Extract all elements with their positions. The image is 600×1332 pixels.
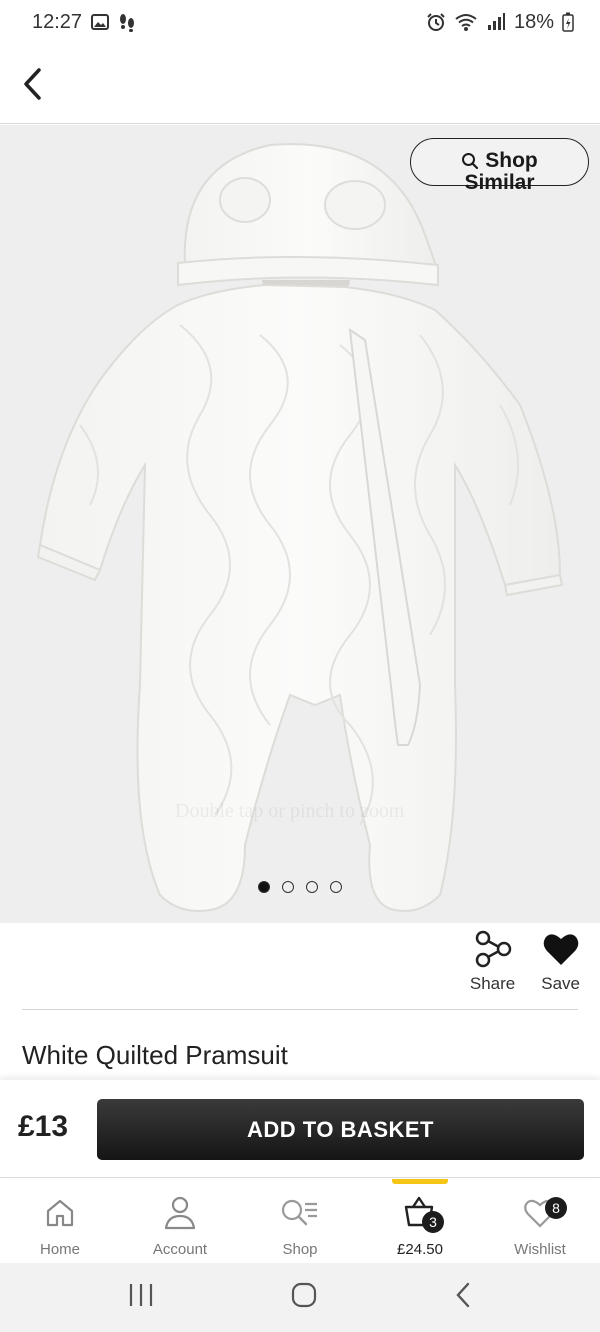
carousel-dots bbox=[0, 881, 600, 893]
nav-account[interactable]: Account bbox=[120, 1179, 240, 1263]
share-label: Share bbox=[469, 974, 516, 993]
basket-count-badge: 3 bbox=[422, 1211, 444, 1233]
product-image-carousel[interactable]: Double tap or pinch to zoom Shop Similar bbox=[0, 125, 600, 923]
product-price: £13 bbox=[18, 1110, 69, 1143]
recent-apps-button[interactable] bbox=[127, 1282, 155, 1313]
system-nav bbox=[0, 1263, 600, 1332]
search-icon bbox=[462, 153, 479, 170]
shop-similar-label-1: Shop bbox=[485, 149, 538, 172]
top-nav bbox=[0, 44, 600, 124]
nav-wishlist[interactable]: 8 Wishlist bbox=[480, 1179, 600, 1263]
product-title: White Quilted Pramsuit bbox=[22, 1040, 288, 1070]
nav-basket[interactable]: 3 £24.50 bbox=[360, 1179, 480, 1263]
gallery-icon bbox=[91, 14, 110, 30]
home-icon bbox=[46, 1199, 74, 1227]
shop-search-icon bbox=[281, 1199, 317, 1226]
zoom-hint: Double tap or pinch to zoom bbox=[175, 800, 405, 822]
home-circle-icon bbox=[291, 1282, 317, 1308]
back-system-button[interactable] bbox=[453, 1281, 473, 1314]
basket-bar: £13 ADD TO BASKET bbox=[0, 1080, 600, 1178]
battery-percent: 18% bbox=[513, 10, 554, 33]
status-bar: 12:27 18% bbox=[0, 0, 600, 44]
nav-active-indicator bbox=[392, 1179, 448, 1184]
carousel-dot-4[interactable] bbox=[330, 881, 342, 893]
alarm-icon bbox=[427, 13, 445, 31]
share-icon bbox=[475, 930, 511, 968]
wishlist-count-badge: 8 bbox=[545, 1197, 567, 1219]
back-button[interactable] bbox=[14, 64, 50, 104]
footsteps-icon bbox=[120, 14, 135, 32]
bottom-nav: Home Account Shop 3 £24.50 8 Wishlist bbox=[0, 1179, 600, 1263]
back-arrow-icon bbox=[24, 68, 41, 100]
shop-similar-label-2: Similar bbox=[464, 171, 535, 194]
nav-home-label: Home bbox=[39, 1241, 80, 1258]
add-to-basket-button[interactable]: ADD TO BASKET bbox=[97, 1099, 584, 1160]
nav-home[interactable]: Home bbox=[0, 1179, 120, 1263]
nav-account-label: Account bbox=[152, 1241, 208, 1258]
signal-icon bbox=[487, 13, 505, 30]
nav-shop[interactable]: Shop bbox=[240, 1179, 360, 1263]
carousel-dot-3[interactable] bbox=[306, 881, 318, 893]
nav-basket-total: £24.50 bbox=[397, 1241, 443, 1258]
divider bbox=[22, 1009, 578, 1010]
battery-icon bbox=[562, 12, 574, 32]
back-chevron-icon bbox=[456, 1282, 469, 1308]
wifi-icon bbox=[455, 14, 477, 31]
save-label: Save bbox=[541, 974, 580, 993]
product-actions: Share Save bbox=[470, 930, 580, 994]
status-time: 12:27 bbox=[32, 10, 83, 33]
nav-shop-label: Shop bbox=[282, 1241, 318, 1258]
carousel-dot-1[interactable] bbox=[258, 881, 270, 893]
save-button[interactable]: Save bbox=[541, 930, 580, 994]
heart-icon bbox=[543, 934, 578, 965]
share-button[interactable]: Share bbox=[470, 930, 515, 994]
home-system-button[interactable] bbox=[290, 1281, 318, 1314]
recent-apps-icon bbox=[130, 1284, 153, 1306]
account-icon bbox=[164, 1196, 196, 1230]
carousel-dot-2[interactable] bbox=[282, 881, 294, 893]
shop-similar-button[interactable]: Shop Similar bbox=[410, 138, 589, 194]
nav-wishlist-label: Wishlist bbox=[514, 1241, 566, 1258]
